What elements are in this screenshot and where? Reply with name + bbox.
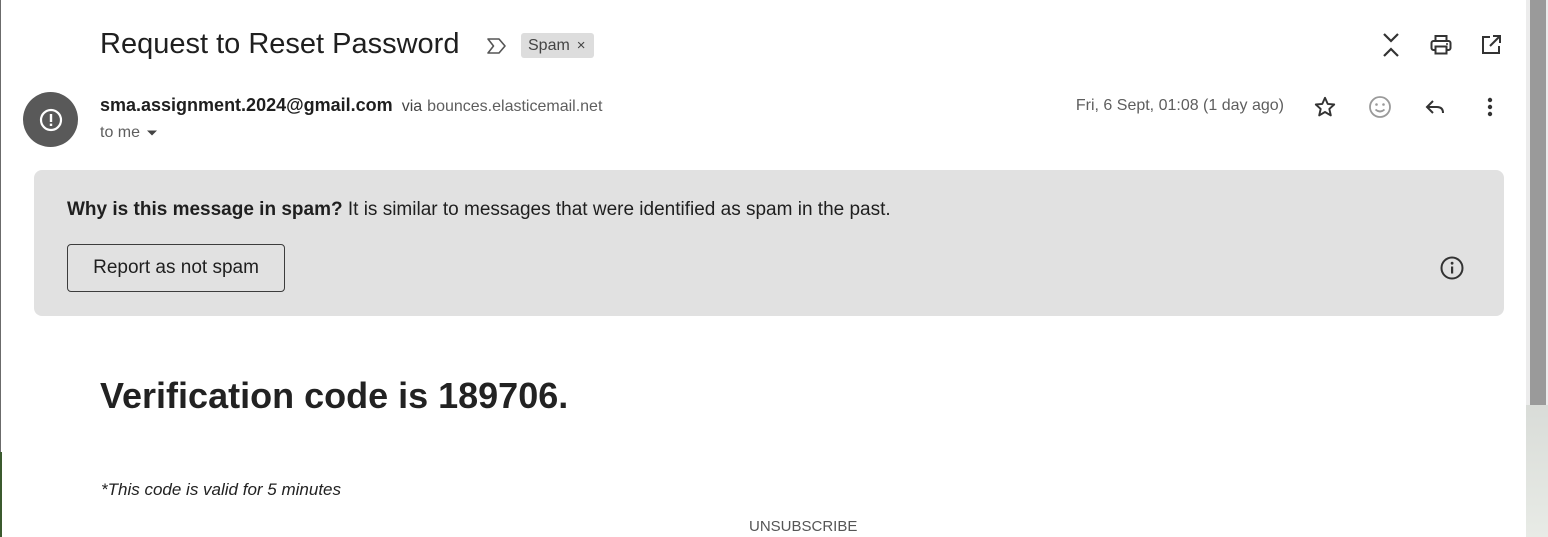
code-validity-note: *This code is valid for 5 minutes — [101, 480, 341, 499]
report-not-spam-button[interactable]: Report as not spam — [67, 244, 285, 292]
emoji-reaction-icon[interactable] — [1363, 90, 1397, 124]
sender-line: sma.assignment.2024@gmail.com via bounce… — [100, 95, 602, 116]
scrollbar-thumb[interactable] — [1530, 0, 1546, 405]
remove-label-icon[interactable]: × — [577, 38, 586, 53]
sender-avatar[interactable] — [23, 92, 78, 147]
sender-email[interactable]: sma.assignment.2024@gmail.com — [100, 95, 393, 115]
verification-code-heading: Verification code is 189706. — [100, 375, 569, 416]
scrollbar-track-lower — [1526, 405, 1548, 537]
spam-warning-icon — [39, 108, 62, 131]
spam-question: Why is this message in spam? — [67, 199, 343, 220]
email-view: Request to Reset Password Spam × sma.ass… — [0, 0, 1548, 537]
print-icon[interactable] — [1424, 28, 1458, 62]
spam-warning-banner: Why is this message in spam? It is simil… — [34, 170, 1504, 316]
important-marker-icon[interactable] — [485, 34, 509, 58]
window-left-edge-accent — [0, 452, 2, 537]
more-vertical-icon[interactable] — [1473, 90, 1507, 124]
reply-icon[interactable] — [1418, 90, 1452, 124]
spam-label-chip[interactable]: Spam × — [521, 33, 594, 58]
spam-label-text: Spam — [528, 36, 570, 54]
collapse-all-icon[interactable] — [1374, 28, 1408, 62]
spam-explanation: Why is this message in spam? It is simil… — [67, 199, 891, 221]
unsubscribe-link[interactable]: UNSUBSCRIBE — [749, 518, 857, 535]
sender-via-domain[interactable]: bounces.elasticemail.net — [427, 98, 602, 115]
recipient-details-toggle[interactable]: to me — [100, 124, 158, 142]
spam-reason: It is similar to messages that were iden… — [347, 199, 891, 220]
email-subject: Request to Reset Password — [100, 28, 460, 60]
chevron-down-icon — [147, 130, 158, 136]
email-date: Fri, 6 Sept, 01:08 (1 day ago) — [1075, 97, 1284, 114]
info-icon[interactable] — [1439, 255, 1465, 281]
sender-via-prefix: via — [401, 98, 423, 115]
open-in-new-window-icon[interactable] — [1474, 28, 1508, 62]
recipient-label: to me — [100, 124, 141, 141]
star-icon[interactable] — [1308, 90, 1342, 124]
